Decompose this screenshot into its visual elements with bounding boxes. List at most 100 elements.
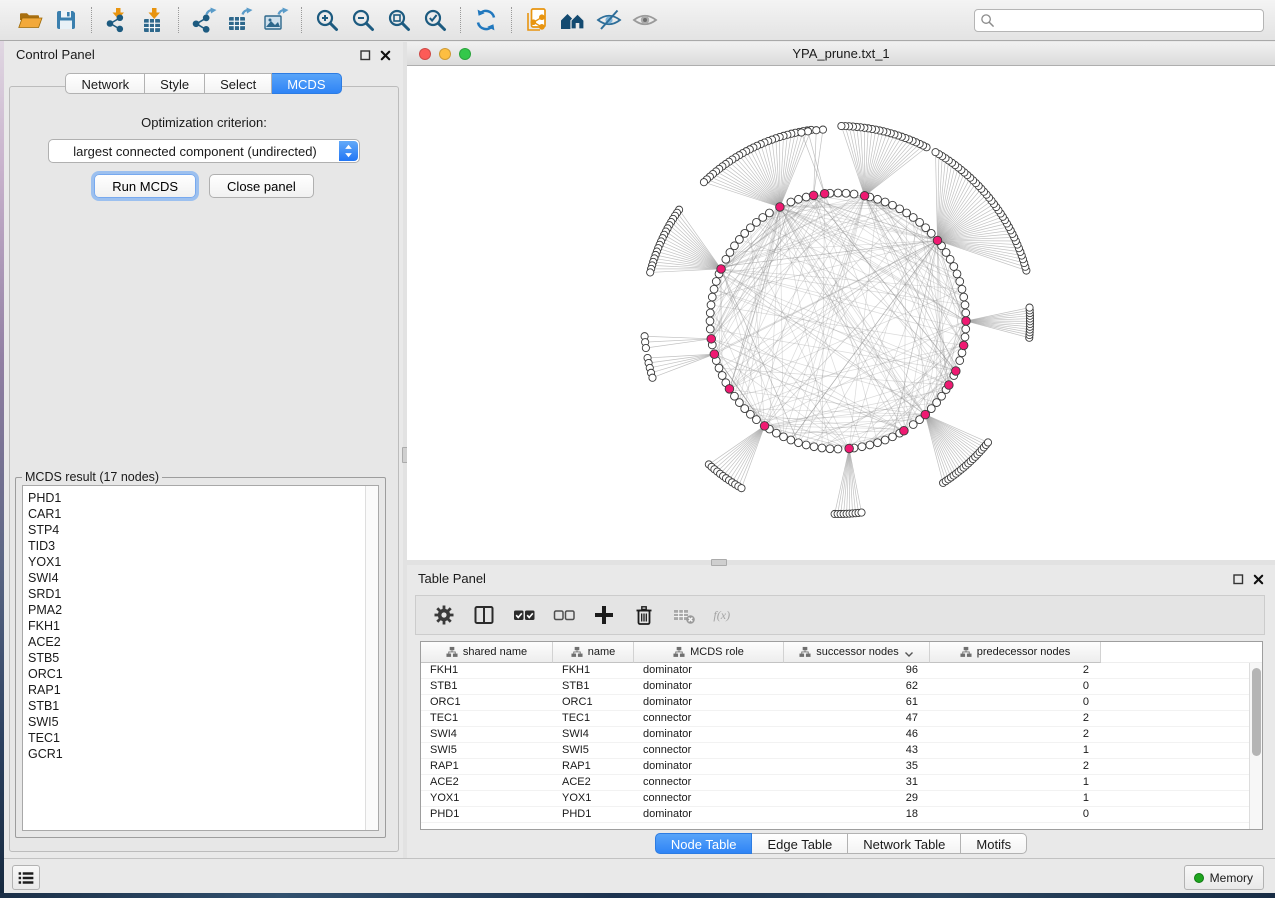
mcds-result-item[interactable]: SWI5: [28, 714, 364, 730]
table-row[interactable]: YOX1YOX1connector291: [421, 791, 1262, 807]
memory-button[interactable]: Memory: [1184, 865, 1264, 890]
show-all-button[interactable]: [632, 7, 658, 33]
minimize-window-icon[interactable]: [439, 48, 451, 60]
mcds-result-item[interactable]: FKH1: [28, 618, 364, 634]
table-scrollbar[interactable]: [1249, 663, 1262, 829]
table-row[interactable]: RAP1RAP1dominator352: [421, 759, 1262, 775]
cell-name: YOX1: [553, 791, 634, 806]
column-header-predecessor-nodes[interactable]: predecessor nodes: [930, 642, 1101, 663]
control-panel-tabs: NetworkStyleSelectMCDS: [4, 73, 403, 94]
select-all-button[interactable]: [512, 603, 536, 627]
table-row[interactable]: ACE2ACE2connector311: [421, 775, 1262, 791]
fx-button[interactable]: f(x): [712, 603, 746, 627]
zoom-out-button[interactable]: [350, 7, 376, 33]
tab-node-table[interactable]: Node Table: [655, 833, 753, 854]
network-window-titlebar[interactable]: YPA_prune.txt_1: [407, 42, 1275, 66]
import-network-button[interactable]: [104, 7, 130, 33]
zoom-in-button[interactable]: [314, 7, 340, 33]
delete-button[interactable]: [632, 603, 656, 627]
node-table-header: shared namenameMCDS rolesuccessor nodesp…: [421, 642, 1262, 663]
mcds-result-item[interactable]: STB1: [28, 698, 364, 714]
table-row[interactable]: SWI5SWI5connector431: [421, 743, 1262, 759]
refresh-button[interactable]: [473, 7, 499, 33]
search-input[interactable]: [995, 11, 1263, 30]
clear-table-button[interactable]: [672, 603, 696, 627]
zoom-selected-button[interactable]: [422, 7, 448, 33]
network-canvas[interactable]: [407, 66, 1275, 560]
mcds-result-item[interactable]: RAP1: [28, 682, 364, 698]
mcds-result-item[interactable]: GCR1: [28, 746, 364, 762]
table-row[interactable]: STB1STB1dominator620: [421, 679, 1262, 695]
table-row[interactable]: ORC1ORC1dominator610: [421, 695, 1262, 711]
tab-style[interactable]: Style: [145, 73, 205, 94]
mcds-result-item[interactable]: PMA2: [28, 602, 364, 618]
mcds-result-item[interactable]: PHD1: [28, 490, 364, 506]
tab-select[interactable]: Select: [205, 73, 272, 94]
close-window-icon[interactable]: [419, 48, 431, 60]
column-header-mcds-role[interactable]: MCDS role: [634, 642, 784, 663]
close-panel-icon[interactable]: [380, 49, 391, 60]
table-scrollbar-thumb[interactable]: [1252, 668, 1261, 756]
hide-selected-button[interactable]: [596, 7, 622, 33]
mcds-result-item[interactable]: CAR1: [28, 506, 364, 522]
mcds-result-item[interactable]: YOX1: [28, 554, 364, 570]
mcds-result-item[interactable]: ORC1: [28, 666, 364, 682]
mcds-result-item[interactable]: SWI4: [28, 570, 364, 586]
dropdown-stepper-icon[interactable]: [339, 141, 358, 161]
save-session-button[interactable]: [53, 7, 79, 33]
open-file-button[interactable]: [17, 7, 43, 33]
cell-successor-nodes: 35: [784, 759, 930, 774]
tab-motifs[interactable]: Motifs: [961, 833, 1027, 854]
tab-network[interactable]: Network: [65, 73, 145, 94]
maximize-window-icon[interactable]: [459, 48, 471, 60]
network-graph[interactable]: [407, 66, 1275, 560]
cell-mcds-role: dominator: [634, 679, 784, 694]
mcds-result-item[interactable]: STP4: [28, 522, 364, 538]
table-row[interactable]: TEC1TEC1connector472: [421, 711, 1262, 727]
cell-successor-nodes: 47: [784, 711, 930, 726]
columns-button[interactable]: [472, 603, 496, 627]
tab-network-table[interactable]: Network Table: [848, 833, 961, 854]
cell-predecessor-nodes: 1: [930, 775, 1101, 790]
mcds-result-item[interactable]: SRD1: [28, 586, 364, 602]
mcds-result-item[interactable]: STB5: [28, 650, 364, 666]
run-mcds-button[interactable]: Run MCDS: [94, 174, 196, 198]
export-image-button[interactable]: [263, 7, 289, 33]
float-table-panel-icon[interactable]: [1233, 573, 1244, 584]
import-table-button[interactable]: [140, 7, 166, 33]
export-table-icon: [227, 7, 253, 33]
table-row[interactable]: SWI4SWI4dominator462: [421, 727, 1262, 743]
float-panel-icon[interactable]: [360, 49, 371, 60]
deselect-all-button[interactable]: [552, 603, 576, 627]
first-neighbors-button[interactable]: [560, 7, 586, 33]
add-button[interactable]: [592, 603, 616, 627]
network-from-file-button[interactable]: [524, 7, 550, 33]
first-neighbors-icon: [560, 7, 586, 33]
cell-shared-name: SWI4: [421, 727, 553, 742]
tab-mcds[interactable]: MCDS: [272, 73, 341, 94]
zoom-fit-button[interactable]: [386, 7, 412, 33]
desktop-wallpaper-bottom: [0, 893, 1275, 898]
column-header-successor-nodes[interactable]: successor nodes: [784, 642, 930, 663]
column-header-shared-name[interactable]: shared name: [421, 642, 553, 663]
cell-shared-name: ORC1: [421, 695, 553, 710]
gear-button[interactable]: [432, 603, 456, 627]
mcds-result-item[interactable]: TEC1: [28, 730, 364, 746]
export-table-button[interactable]: [227, 7, 253, 33]
close-panel-button[interactable]: Close panel: [209, 174, 314, 198]
export-network-button[interactable]: [191, 7, 217, 33]
mcds-result-item[interactable]: TID3: [28, 538, 364, 554]
cell-name: FKH1: [553, 663, 634, 678]
mcds-result-scrollbar[interactable]: [365, 486, 378, 830]
table-row[interactable]: PHD1PHD1dominator180: [421, 807, 1262, 823]
control-panel-titlebar: Control Panel: [4, 40, 403, 68]
cell-name: SWI4: [553, 727, 634, 742]
mcds-result-item[interactable]: ACE2: [28, 634, 364, 650]
optimization-criterion-dropdown[interactable]: largest connected component (undirected): [48, 139, 360, 163]
tab-edge-table[interactable]: Edge Table: [752, 833, 848, 854]
column-header-name[interactable]: name: [553, 642, 634, 663]
close-table-panel-icon[interactable]: [1253, 573, 1264, 584]
status-menu-button[interactable]: [12, 865, 40, 890]
network-from-file-icon: [524, 7, 550, 33]
table-row[interactable]: FKH1FKH1dominator962: [421, 663, 1262, 679]
